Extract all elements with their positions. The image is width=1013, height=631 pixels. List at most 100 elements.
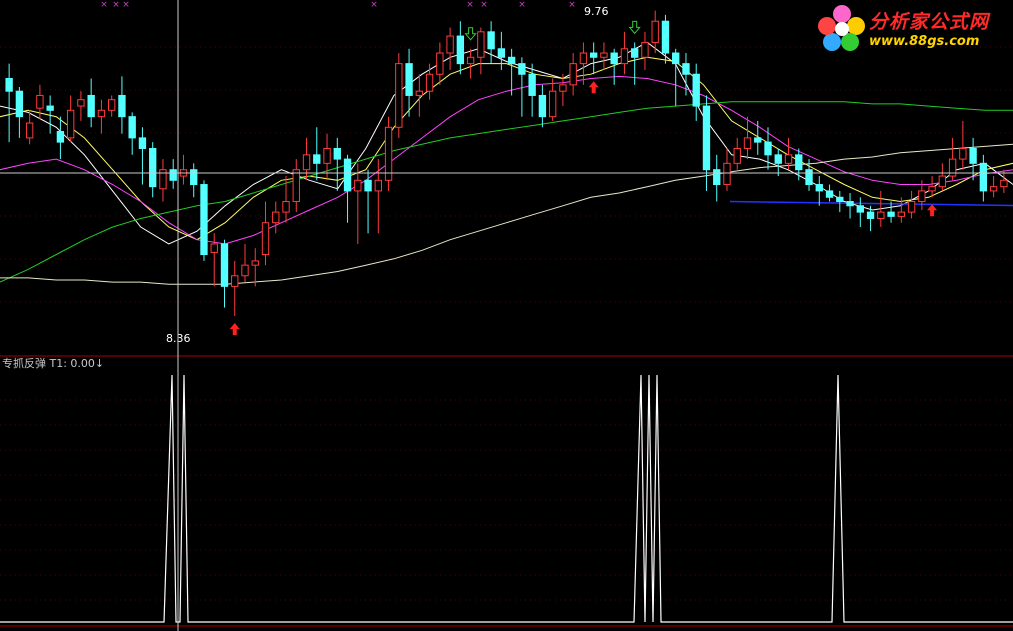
candle-down [118,94,126,118]
candle-up [733,147,741,164]
candle-down [836,196,844,203]
flower-logo-icon [818,5,865,51]
candle-up [723,162,731,186]
candle-up [374,179,382,192]
candle-up [292,169,300,203]
candle-down [364,179,372,192]
candle-down [87,94,95,118]
candle-up [579,52,588,65]
candle-down [610,52,618,65]
top-marker-icon: × [568,0,576,10]
candle-down [856,205,864,213]
watermark-url: www.88gs.com [869,34,980,49]
candle-down [672,52,680,65]
indicator-t1-value: T1: 0.00 [49,357,95,370]
candle-down [713,169,721,186]
candle-down [343,158,352,192]
candle-up [466,56,475,65]
candle-down [518,63,526,75]
candle-up [784,154,793,164]
candle-up [241,264,249,277]
candle-up [559,84,567,92]
sell-arrow-icon [464,27,477,41]
candle-down [169,169,177,181]
indicator-line [0,374,1013,623]
candle-up [928,186,936,192]
candle-down [589,52,598,58]
candle-up [1000,179,1008,188]
candle-down [405,63,413,96]
candle-down [846,201,854,207]
candle-up [282,201,290,213]
candle-up [384,126,393,181]
candle-down [313,154,321,164]
watermark-title: 分析家公式网 [869,11,990,33]
candle-down [866,211,875,219]
candle-up [651,20,659,43]
candle-up [323,147,331,164]
candle-up [436,52,444,75]
candle-down [969,147,977,164]
candle-up [620,48,629,65]
candlesticks [5,10,1008,317]
candle-up [261,222,270,256]
candle-down [333,147,341,160]
candle-down [190,169,198,186]
sell-arrow-icon [628,20,641,35]
candle-up [989,186,998,192]
top-marker-icon: × [370,0,378,10]
candle-up [743,137,752,149]
candle-down [764,141,772,156]
top-marker-icon: × [112,0,120,10]
candle-down [15,90,24,118]
candle-down [979,162,988,192]
candle-down [661,20,670,54]
indicator-name: 专抓反弹 [2,357,46,370]
candle-up [641,41,649,58]
top-marker-icon: × [518,0,526,10]
candle-down [805,169,813,186]
candle-down [200,184,208,256]
candle-up [210,243,218,253]
candle-up [425,73,434,92]
candle-down [507,56,516,65]
candle-down [497,48,506,58]
candle-up [25,122,34,139]
stock-chart: × × × × × × × × 9.76 8.36 [0,0,1013,631]
candle-down [754,137,762,143]
candle-down [46,105,54,111]
candle-up [302,154,311,171]
candle-down [702,105,711,171]
candle-down [128,116,136,139]
candle-up [877,211,885,219]
top-marker-icon: × [122,0,130,10]
candle-up [36,94,44,109]
candle-down [220,243,229,287]
candle-down [5,77,13,92]
high-price-label: 9.76 [584,5,609,18]
candle-down [138,137,147,149]
top-marker-icon: × [480,0,488,10]
candle-up [446,35,454,54]
candle-down [825,190,834,198]
candle-up [272,211,280,224]
buy-arrow-icon [927,204,938,217]
candle-down [795,154,803,171]
moving-average-line [0,41,1013,245]
candle-up [97,109,106,118]
buy-arrow-icon [229,323,240,336]
candle-up [897,211,906,217]
candle-up [938,175,947,188]
candle-down [815,184,823,192]
candle-up [415,90,424,96]
candle-up [354,179,362,192]
candle-up [548,90,557,118]
candle-up [569,63,577,86]
top-marker-icon: × [100,0,108,10]
candle-up [395,63,403,128]
candle-up [477,31,485,58]
candle-down [528,73,536,96]
candle-up [907,201,916,213]
top-marker-icon: × [466,0,474,10]
candle-up [231,275,239,287]
